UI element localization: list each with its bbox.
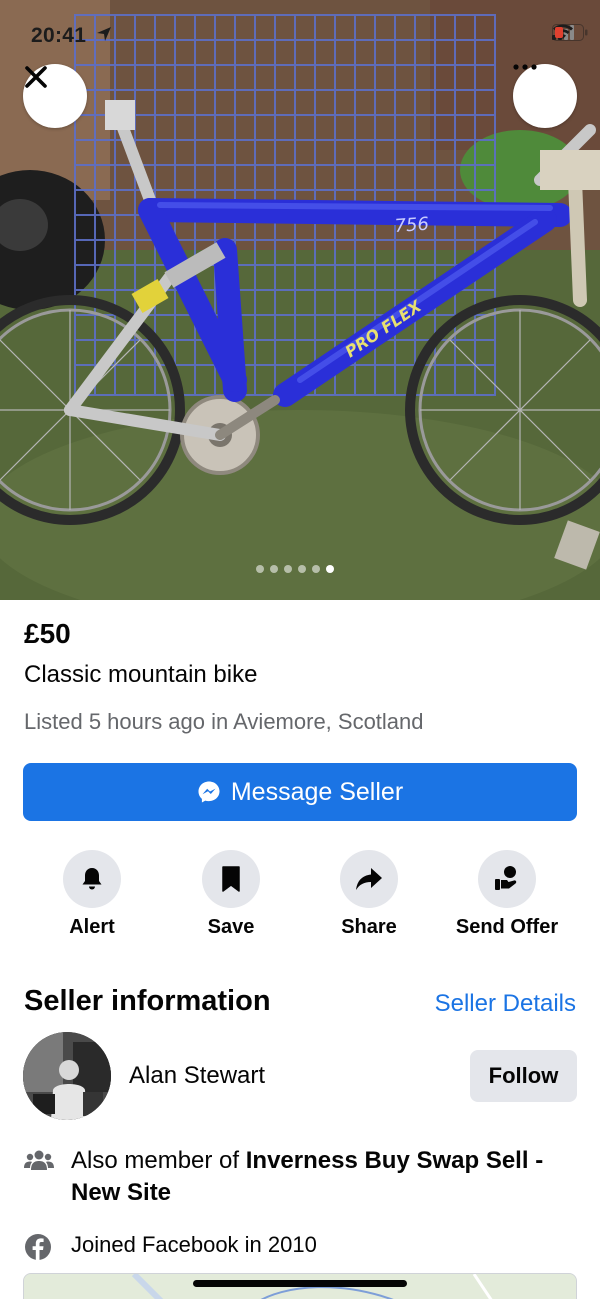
close-icon xyxy=(25,66,47,88)
bell-icon xyxy=(63,850,121,908)
messenger-icon xyxy=(198,781,220,803)
offer-hand-icon xyxy=(478,850,536,908)
more-horizontal-icon xyxy=(513,64,537,70)
listing-price: £50 xyxy=(24,618,71,649)
status-bar: 20:41 xyxy=(0,0,600,60)
close-button[interactable] xyxy=(23,64,87,128)
seller-avatar[interactable] xyxy=(23,1032,111,1120)
photo-page-dot[interactable] xyxy=(270,565,278,573)
share-button[interactable]: Share xyxy=(309,850,429,939)
photo-page-dot[interactable] xyxy=(284,565,292,573)
listing-actions: Alert Save Share Send Offer xyxy=(23,850,577,950)
message-seller-button[interactable]: Message Seller xyxy=(23,763,577,821)
membership-prefix: Also member of xyxy=(71,1147,246,1174)
bookmark-icon xyxy=(202,850,260,908)
photo-page-dot[interactable] xyxy=(312,565,320,573)
photo-page-dot[interactable] xyxy=(326,565,334,573)
svg-text:756: 756 xyxy=(394,214,430,237)
group-membership-text: Also member of Inverness Buy Swap Sell -… xyxy=(71,1145,591,1209)
photo-page-dot[interactable] xyxy=(298,565,306,573)
bike-photo-illustration: 756 PRO FLEX xyxy=(0,0,600,600)
send-offer-button[interactable]: Send Offer xyxy=(447,850,567,939)
seller-name[interactable]: Alan Stewart xyxy=(129,1062,265,1090)
status-time: 20:41 xyxy=(31,24,87,47)
facebook-icon xyxy=(24,1233,52,1266)
message-seller-label: Message Seller xyxy=(230,777,404,806)
photo-pagination-dots[interactable] xyxy=(256,565,334,573)
save-button[interactable]: Save xyxy=(171,850,291,939)
seller-details-link[interactable]: Seller Details xyxy=(435,990,576,1018)
share-arrow-icon xyxy=(340,850,398,908)
follow-button[interactable]: Follow xyxy=(470,1050,577,1102)
save-label: Save xyxy=(207,916,255,938)
joined-facebook-text: Joined Facebook in 2010 xyxy=(71,1232,317,1257)
listing-title: Classic mountain bike xyxy=(24,661,258,688)
group-people-icon xyxy=(24,1149,54,1176)
listing-meta: Listed 5 hours ago in Aviemore, Scotland xyxy=(24,709,424,734)
photo-page-dot[interactable] xyxy=(256,565,264,573)
send-offer-label: Send Offer xyxy=(455,916,559,938)
more-options-button[interactable] xyxy=(513,64,577,128)
home-indicator[interactable] xyxy=(193,1280,407,1287)
alert-button[interactable]: Alert xyxy=(32,850,152,939)
alert-label: Alert xyxy=(69,916,115,938)
listing-photo[interactable]: 756 PRO FLEX 20:41 xyxy=(0,0,600,600)
seller-information-heading: Seller information xyxy=(24,985,271,1017)
share-label: Share xyxy=(341,916,397,938)
